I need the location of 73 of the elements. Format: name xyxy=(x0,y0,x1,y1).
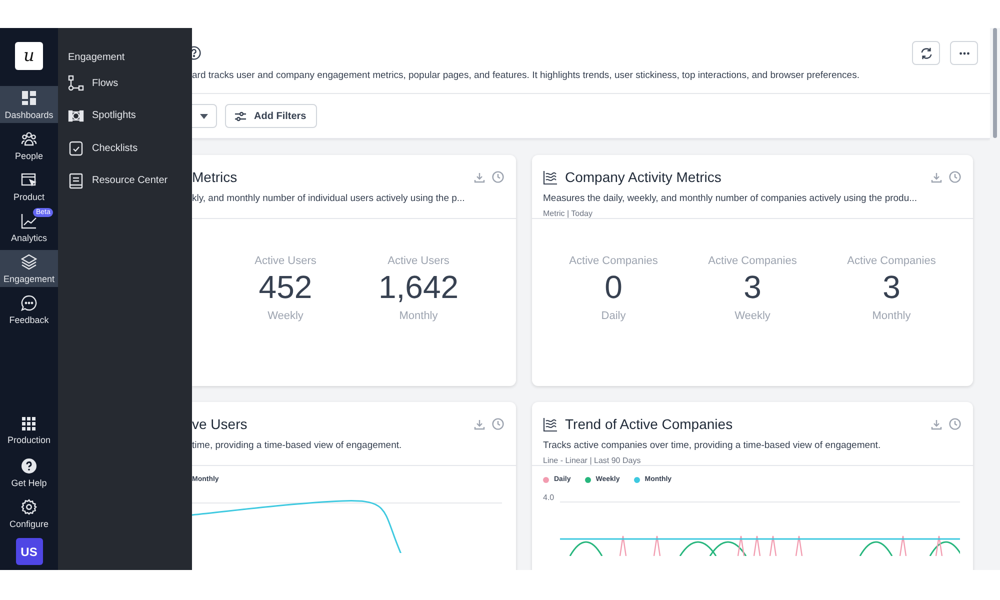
card-title: Trend of Active Companies xyxy=(565,416,733,432)
more-button[interactable] xyxy=(950,41,978,65)
grid-icon xyxy=(22,417,36,431)
stat-value: 3 xyxy=(744,269,762,306)
clock-icon[interactable] xyxy=(492,418,504,430)
clock-icon[interactable] xyxy=(949,171,961,183)
card-description: kly, and monthly number of individual users actively using the p... xyxy=(192,193,466,204)
flow-icon xyxy=(68,75,84,91)
stat-period: Daily xyxy=(601,310,626,322)
stat-value: 452 xyxy=(258,269,312,306)
refresh-icon xyxy=(920,46,932,60)
card-description: Tracks active companies over time, providing a time-based view of engagement. xyxy=(543,440,882,451)
card-title: Company Activity Metrics xyxy=(565,169,722,185)
nav-item[interactable]: Engagement xyxy=(0,250,58,287)
menu-item[interactable]: Resource Center xyxy=(68,172,168,188)
download-icon[interactable] xyxy=(931,172,942,182)
card-title: ve Users xyxy=(192,416,248,432)
layers-icon xyxy=(21,254,37,270)
nav-item[interactable]: Configure xyxy=(0,495,58,532)
wave-chart-icon xyxy=(543,416,558,432)
download-icon[interactable] xyxy=(474,418,485,430)
nav-item[interactable]: Product xyxy=(0,168,58,205)
logo-icon[interactable]: u xyxy=(15,42,43,70)
nav-item[interactable]: Production xyxy=(0,413,58,450)
download-icon[interactable] xyxy=(931,418,942,430)
dashboard-description: ard tracks user and company engagement metrics, popular pages, and features. It highlights trends, user stickiness, top interactions, and browser preferences. xyxy=(192,69,860,83)
stat-label: Active Users xyxy=(388,255,450,267)
menu-item[interactable]: Checklists xyxy=(68,140,138,156)
nav-item[interactable]: Dashboards xyxy=(0,86,58,123)
dashboard-icon xyxy=(21,90,37,106)
axis-tick-label: 4.0 xyxy=(543,493,554,504)
chat-bubble-icon xyxy=(21,295,37,311)
browser-icon xyxy=(21,172,37,188)
wave-chart-icon xyxy=(543,170,558,184)
stat-period: Weekly xyxy=(734,310,770,322)
card-meta: Metric | Today xyxy=(543,209,594,219)
clock-icon[interactable] xyxy=(949,418,961,430)
stat-period: Weekly xyxy=(268,310,304,322)
stat-value: 3 xyxy=(882,269,900,306)
stat-period: Monthly xyxy=(399,310,438,322)
stat-period: Monthly xyxy=(872,310,911,322)
card-meta: Line - Linear | Last 90 Days xyxy=(543,456,642,466)
stat-value: 0 xyxy=(604,269,622,306)
nav-item[interactable]: People xyxy=(0,127,58,164)
nav-item[interactable]: Feedback xyxy=(0,291,58,328)
stat-value: 1,642 xyxy=(378,269,459,306)
stat-label: Active Companies xyxy=(569,255,658,267)
add-filters-button[interactable]: Add Filters xyxy=(225,104,318,128)
spotlight-icon xyxy=(68,108,84,124)
menu-item[interactable]: Flows xyxy=(68,75,118,91)
people-icon xyxy=(21,131,37,147)
sliders-icon xyxy=(234,110,247,122)
dropdown[interactable] xyxy=(192,104,217,128)
caret-icon xyxy=(200,114,208,118)
refresh-button[interactable] xyxy=(912,41,940,65)
checklist-icon xyxy=(68,140,84,156)
card-description: Measures the daily, weekly, and monthly number of companies actively using the produ... xyxy=(543,193,918,204)
download-icon[interactable] xyxy=(474,172,485,182)
stat-label: Active Companies xyxy=(708,255,797,267)
stat-label: Active Companies xyxy=(847,255,936,267)
card-title: Metrics xyxy=(192,169,238,185)
card-description: time, providing a time-based view of engagement. xyxy=(192,440,403,451)
menu-heading: Engagement xyxy=(68,52,126,63)
user-avatar[interactable]: US xyxy=(16,538,42,565)
clock-icon[interactable] xyxy=(492,171,504,183)
line-chart-icon xyxy=(21,213,37,229)
book-icon xyxy=(68,172,84,188)
nav-item[interactable]: Get Help xyxy=(0,454,58,491)
help-icon xyxy=(21,458,37,474)
settings-icon xyxy=(21,499,37,515)
stat-label: Active Users xyxy=(254,255,316,267)
menu-item[interactable]: Spotlights xyxy=(68,108,136,124)
scrollbar-thumb[interactable] xyxy=(993,28,997,138)
